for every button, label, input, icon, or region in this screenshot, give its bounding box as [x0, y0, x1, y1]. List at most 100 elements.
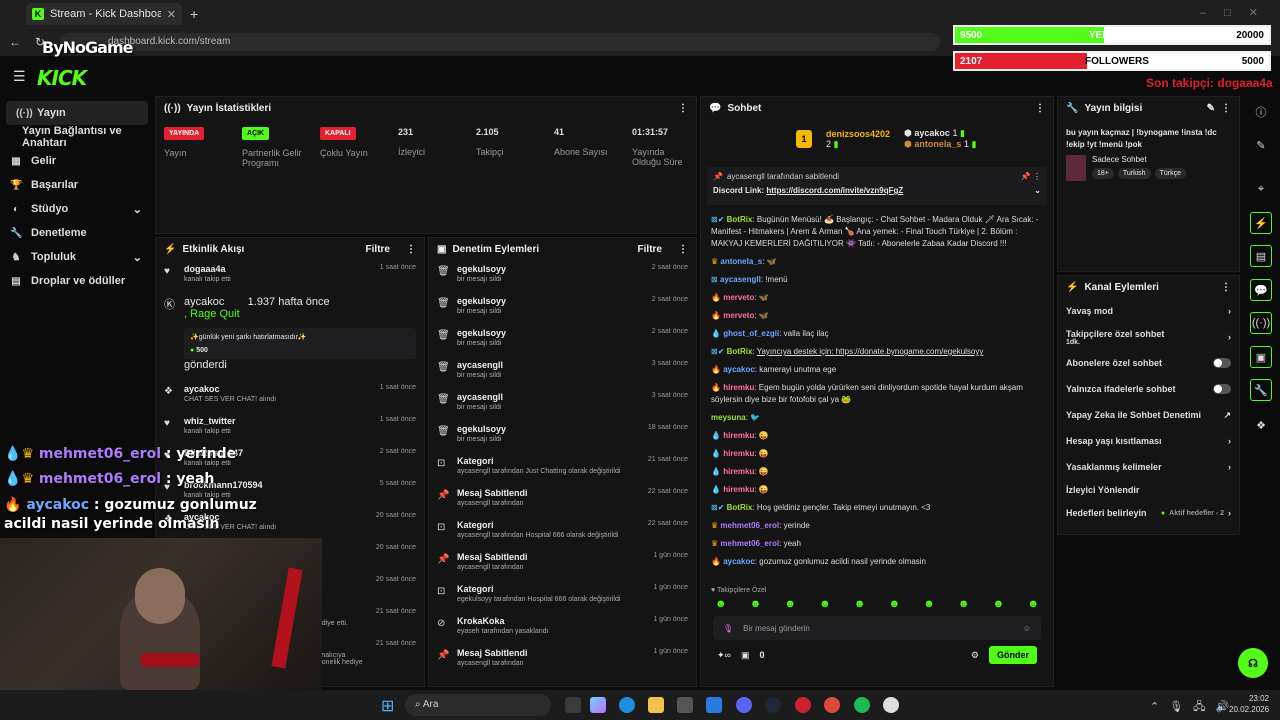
radio-icon: ((·)) — [164, 102, 181, 114]
menu-icon[interactable]: ☰ — [13, 68, 26, 85]
sidebar-item-stream[interactable]: ((·)) Yayın — [6, 101, 148, 125]
settings-icon[interactable]: ⚙ — [971, 650, 979, 661]
emote-icon[interactable]: ☻ — [819, 598, 831, 610]
more-icon[interactable]: ⋮ — [1221, 103, 1231, 114]
radio-icon[interactable]: ((·)) — [1250, 312, 1272, 334]
subscribers-only-toggle[interactable] — [1213, 358, 1231, 368]
mic-icon[interactable]: 🎙 — [723, 624, 733, 633]
emote-icon[interactable]: ☻ — [1027, 598, 1039, 610]
browser-tab[interactable]: K Stream - Kick Dashboard ✕ — [26, 3, 182, 25]
category-icon: ⊡ — [437, 458, 446, 469]
more-icon[interactable]: ⋮ — [678, 103, 688, 114]
channel-actions-panel: ⚡ Kanal Eylemleri ⋮ Yavaş mod › Takipçilere… — [1057, 275, 1240, 535]
pinned-link[interactable]: https://discord.com/invite/vzn9qFgZ — [766, 186, 903, 195]
bolt-icon[interactable]: ⚡ — [1250, 212, 1272, 234]
more-icon[interactable]: ⋮ — [1221, 282, 1231, 293]
flame-icon: 🔥 — [711, 383, 721, 392]
back-icon[interactable]: ← — [9, 35, 21, 49]
copilot-icon[interactable] — [590, 697, 606, 713]
chat-input[interactable]: 🎙 Bir mesaj gönderin ☺ — [713, 616, 1041, 640]
action-goals[interactable]: Hedefleri belirleyin ● Aktif hedefler - 2 › — [1058, 500, 1239, 526]
sidebar-item-achievements[interactable]: 🏆 Başarılar — [0, 173, 154, 197]
spotify-icon[interactable] — [854, 697, 870, 713]
new-tab-icon[interactable]: + — [190, 6, 198, 22]
drop-icon: 💧 — [711, 485, 721, 494]
help-button[interactable]: ☊ — [1238, 648, 1268, 678]
windows-start-icon[interactable]: ⊞ — [381, 696, 394, 716]
action-slow-mode[interactable]: Yavaş mod › — [1058, 298, 1239, 324]
emote-icon[interactable]: ☻ — [889, 598, 901, 610]
flame-icon: 🔥 — [711, 365, 721, 374]
points-icon[interactable]: ✦∞ — [717, 650, 731, 661]
sidebar-item-drops[interactable]: ▤ Droplar ve ödüller — [0, 269, 154, 293]
system-tray[interactable]: ⌃🎙🖧🔊 — [1150, 698, 1239, 717]
mail-icon[interactable] — [706, 697, 722, 713]
discord-icon[interactable] — [736, 697, 752, 713]
sidebar-item-community[interactable]: ♞ Topluluk ⌄ — [0, 245, 154, 269]
emote-icon[interactable]: ☻ — [923, 598, 935, 610]
store-icon[interactable]: ▣ — [741, 650, 750, 661]
focus-icon[interactable]: ⌖ — [1250, 178, 1272, 200]
emote-icon[interactable]: ☻ — [784, 598, 796, 610]
obs-icon[interactable] — [795, 697, 811, 713]
sidebar-item-revenue[interactable]: ▦ Gelir — [0, 149, 154, 173]
github-icon[interactable] — [883, 697, 899, 713]
list-item: ⊡ Kategori aycasengll tarafından Hospital … — [429, 516, 696, 548]
action-banned-words[interactable]: Yasaklanmış kelimeler › — [1058, 454, 1239, 480]
list-item: 🗑 egekulsoyy bir mesajı sildi 2 saat önce — [429, 324, 696, 356]
chevron-right-icon: › — [1228, 306, 1231, 316]
edit-icon[interactable]: ✎ — [1207, 103, 1215, 114]
activity-filter-button[interactable]: Filtre — [366, 244, 390, 255]
edge-icon[interactable] — [619, 697, 635, 713]
reward-icon[interactable]: ❖ — [1250, 414, 1272, 436]
chevron-down-icon[interactable]: ⌄ — [1034, 186, 1041, 195]
more-icon[interactable]: ⋮ — [678, 244, 688, 255]
emotes-only-toggle[interactable] — [1213, 384, 1231, 394]
chat-message: ♛ mehmet06_erol: yerinde — [711, 521, 810, 530]
moderation-filter-button[interactable]: Filtre — [638, 244, 662, 255]
sidebar-item-stream-key[interactable]: Yayın Bağlantısı ve Anahtarı — [0, 125, 154, 149]
chrome-icon[interactable] — [824, 697, 840, 713]
wrench-icon[interactable]: 🔧 — [1250, 379, 1272, 401]
address-bar[interactable]: dashboard.kick.com/stream — [60, 33, 940, 51]
emote-icon[interactable]: ☻ — [958, 598, 970, 610]
category-name[interactable]: Sadece Sohbet — [1092, 155, 1186, 164]
action-raid[interactable]: İzleyici Yönlendir — [1058, 480, 1239, 500]
emote-icon[interactable]: ☻ — [854, 598, 866, 610]
sidebar-item-moderation[interactable]: 🔧 Denetleme — [0, 221, 154, 245]
store-icon[interactable] — [677, 697, 693, 713]
steam-icon[interactable] — [765, 697, 781, 713]
tag[interactable]: 18+ — [1092, 168, 1114, 179]
taskview-icon[interactable] — [565, 697, 581, 713]
taskbar-search[interactable]: ⌕ Ara — [405, 694, 551, 716]
info-icon[interactable]: ⓘ — [1250, 101, 1272, 123]
pencil-icon[interactable]: ✎ — [1250, 134, 1272, 156]
emote-icon[interactable]: ☻ — [715, 598, 727, 610]
tag[interactable]: Turkish — [1117, 168, 1151, 179]
close-tab-icon[interactable]: ✕ — [167, 8, 176, 21]
kick-logo[interactable]: KICK — [37, 66, 87, 90]
send-button[interactable]: Gönder — [988, 646, 1037, 664]
explorer-icon[interactable] — [648, 697, 664, 713]
sidebar-item-studio[interactable]: ◐ Stüdyo ⌄ — [0, 197, 154, 221]
chat-icon[interactable]: 💬 — [1250, 279, 1272, 301]
pin-icon: 📌 — [437, 650, 450, 661]
drop-icon: 💧 — [4, 471, 22, 487]
gift-note: ✨günlük yeni şarkı hatırlatmasıdır✨ ● 500 — [184, 328, 416, 359]
clock[interactable]: 23:02 20.02.2026 — [1229, 694, 1269, 714]
more-icon[interactable]: ⋮ — [1035, 103, 1045, 114]
action-followers-only[interactable]: Takipçilere özel sohbet 1dk. › — [1058, 324, 1239, 350]
unpin-icon[interactable]: 📌 ⋮ — [1021, 172, 1041, 181]
list-item: 🗑 aycasengll bir mesajı sildi 3 saat önce — [429, 388, 696, 420]
emote-icon[interactable]: ☻ — [750, 598, 762, 610]
document-icon[interactable]: ▤ — [1250, 245, 1272, 267]
pinned-message[interactable]: 📌 aycasengll tarafından sabitlendi 📌 ⋮ Dis… — [707, 167, 1047, 205]
action-ai-moderation[interactable]: Yapay Zeka ile Sohbet Denetimi ↗ — [1058, 402, 1239, 428]
list-item: ⊡ Kategori aycasengll tarafından Just Chat… — [429, 452, 696, 484]
emoji-icon[interactable]: ☺ — [1023, 624, 1031, 633]
action-account-age[interactable]: Hesap yaşı kısıtlaması › — [1058, 428, 1239, 454]
more-icon[interactable]: ⋮ — [406, 244, 416, 255]
emote-icon[interactable]: ☻ — [993, 598, 1005, 610]
tag[interactable]: Türkçe — [1154, 168, 1186, 179]
shield-icon[interactable]: ▣ — [1250, 346, 1272, 368]
